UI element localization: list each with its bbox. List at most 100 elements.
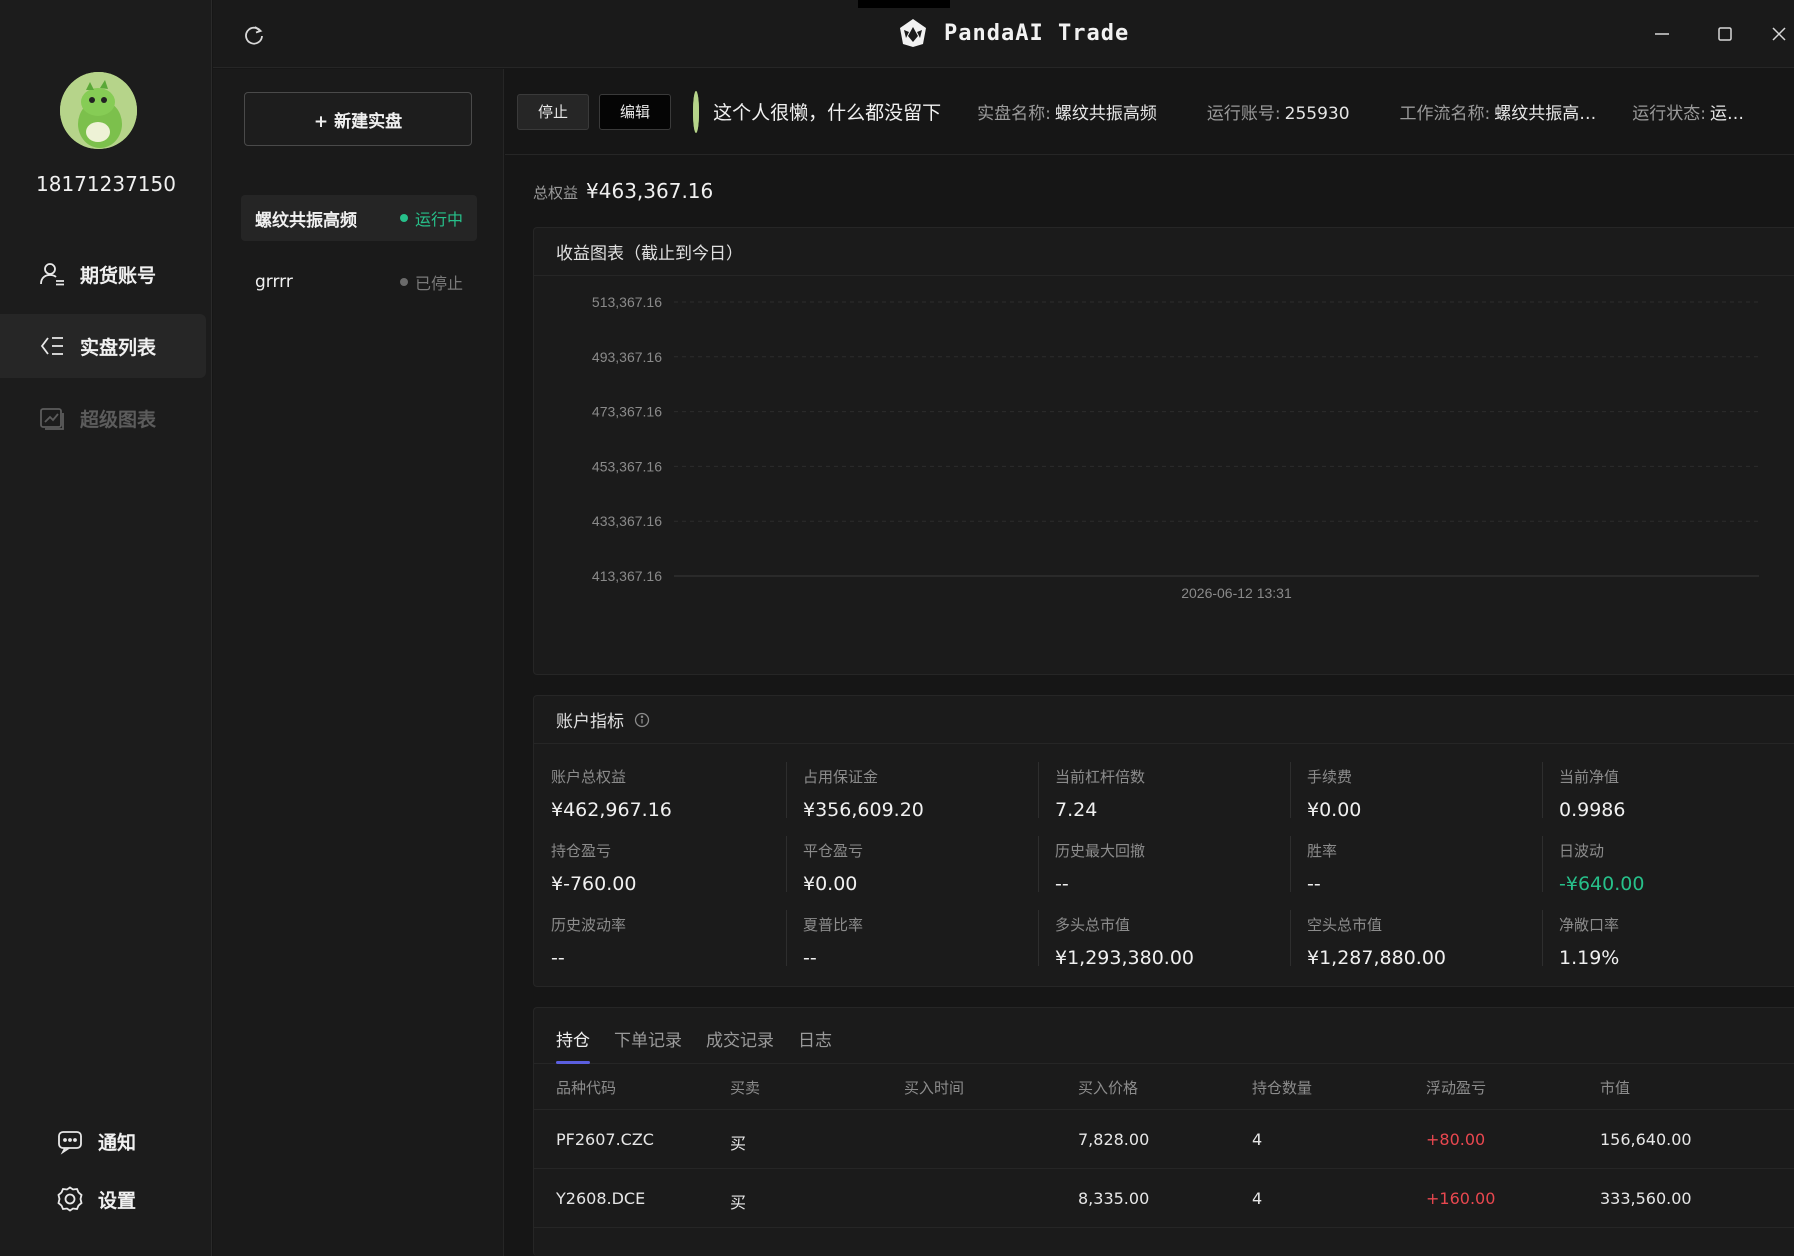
- chart-title: 收益图表（截止到今日）: [534, 228, 1794, 276]
- total-equity: 总权益 ¥463,367.16: [533, 179, 713, 203]
- tab-positions[interactable]: 持仓: [556, 1026, 590, 1064]
- metric-value: --: [1307, 873, 1321, 895]
- metric-value: 1.19%: [1559, 947, 1620, 969]
- table-cell: Y2608.DCE: [556, 1189, 646, 1208]
- workflow-info: 工作流名称: 螺纹共振高…: [1400, 99, 1597, 124]
- strategy-name: 螺纹共振高频: [255, 210, 357, 231]
- table-cell: 156,640.00: [1600, 1130, 1692, 1149]
- run-state-info: 运行状态: 运…: [1632, 99, 1744, 124]
- strategy-item[interactable]: 螺纹共振高频 运行中: [241, 195, 477, 241]
- status-dot-icon: [399, 214, 408, 222]
- tab-orders[interactable]: 下单记录: [614, 1026, 682, 1063]
- account-metrics-card: 账户指标 账户总权益 ¥462,967.16 占用保证金 ¥356,609.20 当前杠…: [533, 695, 1794, 987]
- positions-tabs: 持仓 下单记录 成交记录 日志: [534, 1008, 1794, 1064]
- metric-item: 当前杠杆倍数 7.24: [1038, 766, 1290, 828]
- nav-notifications[interactable]: 通知: [56, 1121, 136, 1161]
- close-icon[interactable]: [1765, 20, 1793, 48]
- metric-value: --: [1055, 873, 1069, 895]
- metric-divider: [1038, 762, 1039, 818]
- nav-futures-account[interactable]: 期货账号: [0, 242, 206, 306]
- y-tick-label: 453,367.16: [592, 458, 662, 474]
- strategy-name-info: 实盘名称: 螺纹共振高频: [977, 99, 1157, 124]
- metric-value: ¥1,293,380.00: [1055, 947, 1195, 969]
- metric-divider: [1290, 910, 1291, 966]
- maximize-icon[interactable]: [1711, 20, 1739, 48]
- column-header[interactable]: 买入时间: [904, 1077, 964, 1098]
- metric-item: 日波动 -¥640.00: [1542, 840, 1794, 902]
- metric-label: 夏普比率: [803, 916, 864, 934]
- metric-label: 占用保证金: [803, 768, 879, 786]
- status-text: 运行中: [414, 210, 463, 229]
- status-text: 已停止: [414, 274, 463, 293]
- info-icon[interactable]: [634, 712, 650, 728]
- tab-trades[interactable]: 成交记录: [706, 1026, 774, 1063]
- status-badge: 运行中: [399, 206, 463, 230]
- total-equity-value: ¥463,367.16: [586, 179, 714, 203]
- strategy-item[interactable]: grrrr 已停止: [241, 259, 477, 305]
- metric-value: -¥640.00: [1559, 873, 1645, 895]
- column-header[interactable]: 持仓数量: [1252, 1077, 1312, 1098]
- account-info: 运行账号: 255930: [1207, 99, 1350, 124]
- gear-icon: [57, 1186, 83, 1212]
- column-header[interactable]: 买入价格: [1078, 1077, 1138, 1098]
- equity-chart[interactable]: 513,367.16 493,367.16 473,367.16 453,367.16…: [534, 276, 1794, 674]
- user-avatar-small: [693, 90, 700, 133]
- app-title-text: PandaAI Trade: [944, 20, 1130, 46]
- metric-label: 日波动: [1559, 842, 1605, 860]
- avatar[interactable]: [60, 72, 137, 149]
- metric-divider: [1290, 762, 1291, 818]
- info-value: 螺纹共振高频: [1054, 104, 1157, 124]
- status-badge: 已停止: [399, 270, 463, 294]
- metric-item: 胜率 --: [1290, 840, 1542, 902]
- user-phone: 18171237150: [36, 172, 176, 196]
- minimize-icon[interactable]: [1648, 20, 1676, 48]
- metric-value: --: [551, 947, 565, 969]
- nav-item-label: 实盘列表: [80, 336, 157, 359]
- table-row[interactable]: PF2607.CZC 买 7,828.00 4 +80.00 156,640.00: [534, 1110, 1794, 1169]
- metric-divider: [1542, 836, 1543, 892]
- y-tick-label: 513,367.16: [592, 294, 662, 310]
- nav-super-chart[interactable]: 超级图表: [0, 386, 206, 450]
- table-header: 品种代码 买卖 买入时间 买入价格 持仓数量 浮动盈亏 市值: [534, 1064, 1794, 1110]
- column-header[interactable]: 买卖: [730, 1077, 760, 1098]
- metric-divider: [786, 762, 787, 818]
- app-title: PandaAI Trade: [898, 18, 1129, 48]
- info-label: 运行状态:: [1632, 104, 1706, 124]
- metric-item: 多头总市值 ¥1,293,380.00: [1038, 914, 1290, 976]
- panda-logo-icon: [900, 19, 926, 47]
- user-icon: [40, 263, 64, 286]
- table-cell: 买: [730, 1193, 747, 1212]
- nav-live-list[interactable]: 实盘列表: [0, 314, 206, 378]
- total-equity-label: 总权益: [533, 184, 579, 202]
- metric-label: 多头总市值: [1055, 916, 1131, 934]
- tab-logs[interactable]: 日志: [798, 1026, 832, 1063]
- table-body: PF2607.CZC 买 7,828.00 4 +80.00 156,640.00 Y260…: [534, 1110, 1794, 1228]
- table-cell: +160.00: [1426, 1189, 1496, 1208]
- metric-value: ¥1,287,880.00: [1307, 947, 1447, 969]
- y-tick-label: 413,367.16: [592, 568, 662, 584]
- metric-value: 0.9986: [1559, 799, 1626, 821]
- table-cell: 7,828.00: [1078, 1130, 1150, 1149]
- main-panel: 停止 编辑 这个人很懒，什么都没留下 实盘名称: 螺纹共振高频 运行账号: 2559…: [505, 69, 1794, 1256]
- stop-button[interactable]: 停止: [517, 93, 590, 130]
- column-header[interactable]: 浮动盈亏: [1426, 1077, 1486, 1098]
- column-header[interactable]: 品种代码: [556, 1077, 616, 1098]
- new-strategy-button[interactable]: + 新建实盘: [244, 92, 472, 146]
- refresh-icon[interactable]: [243, 24, 265, 46]
- metric-item: 持仓盈亏 ¥-760.00: [534, 840, 786, 902]
- metric-value: 7.24: [1055, 799, 1098, 821]
- metrics-title: 账户指标: [556, 712, 624, 732]
- metric-item: 空头总市值 ¥1,287,880.00: [1290, 914, 1542, 976]
- y-tick-label: 433,367.16: [592, 513, 662, 529]
- table-cell: 4: [1252, 1130, 1263, 1149]
- info-value: 255930: [1284, 104, 1350, 124]
- metric-label: 历史最大回撤: [1055, 842, 1146, 860]
- table-cell: 4: [1252, 1189, 1263, 1208]
- edit-button[interactable]: 编辑: [599, 93, 672, 130]
- info-label: 运行账号:: [1206, 104, 1281, 124]
- column-header[interactable]: 市值: [1600, 1077, 1630, 1098]
- table-row[interactable]: Y2608.DCE 买 8,335.00 4 +160.00 333,560.00: [534, 1169, 1794, 1228]
- table-cell: 买: [730, 1134, 747, 1153]
- nav-settings[interactable]: 设置: [56, 1179, 136, 1219]
- metric-label: 平仓盈亏: [803, 842, 864, 860]
